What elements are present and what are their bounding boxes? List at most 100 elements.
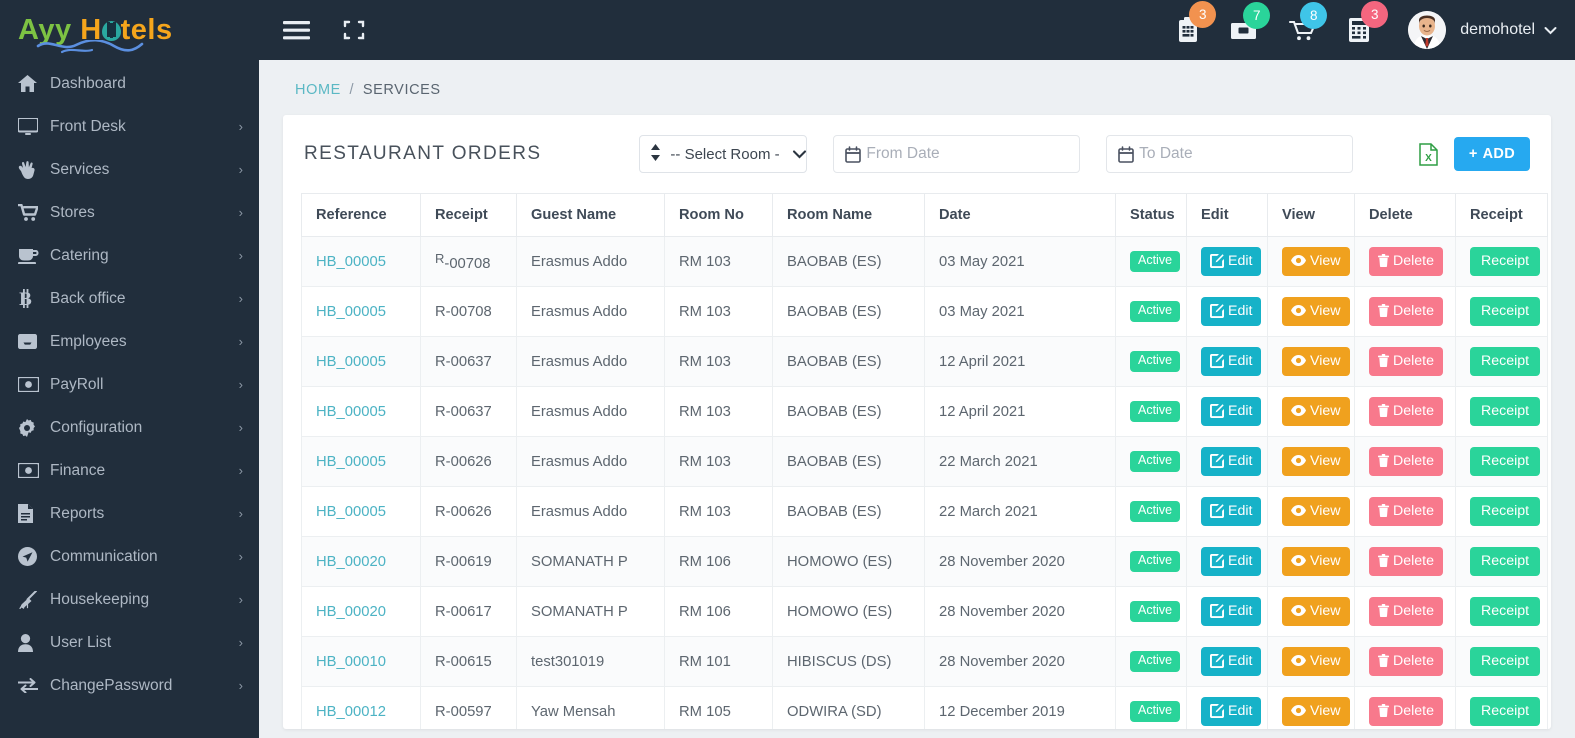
sidebar-item-dashboard[interactable]: Dashboard — [0, 62, 259, 105]
reference-link[interactable]: HB_00005 — [316, 354, 386, 370]
view-button[interactable]: View — [1282, 346, 1350, 377]
orders-table: Reference Receipt Guest Name Room No Room Na… — [301, 193, 1548, 729]
from-date-field[interactable]: From Date — [833, 135, 1081, 173]
pencil-icon — [1210, 403, 1224, 418]
view-button[interactable]: View — [1282, 696, 1350, 727]
sidebar-item-finance[interactable]: Finance › — [0, 449, 259, 492]
cell-view: View — [1267, 686, 1355, 729]
add-button[interactable]: + ADD — [1453, 137, 1530, 171]
delete-button[interactable]: Delete — [1369, 446, 1444, 477]
view-button[interactable]: View — [1282, 446, 1350, 477]
view-button[interactable]: View — [1282, 246, 1350, 277]
receipt-button[interactable]: Receipt — [1470, 646, 1541, 677]
sidebar-item-stores[interactable]: Stores › — [0, 191, 259, 234]
reference-link[interactable]: HB_00020 — [316, 554, 386, 570]
view-button[interactable]: View — [1282, 396, 1350, 427]
notification-cart[interactable]: 8 — [1287, 2, 1328, 42]
edit-button[interactable]: Edit — [1201, 546, 1262, 577]
sidebar-item-communication[interactable]: Communication › — [0, 535, 259, 578]
notification-calculator[interactable]: 3 — [1348, 1, 1389, 43]
edit-label: Edit — [1228, 252, 1253, 269]
edit-button[interactable]: Edit — [1201, 696, 1262, 727]
delete-button[interactable]: Delete — [1369, 396, 1444, 427]
edit-button[interactable]: Edit — [1201, 496, 1262, 527]
delete-button[interactable]: Delete — [1369, 646, 1444, 677]
delete-button[interactable]: Delete — [1369, 696, 1444, 727]
receipt-button[interactable]: Receipt — [1470, 296, 1541, 327]
edit-button[interactable]: Edit — [1201, 596, 1262, 627]
receipt-button[interactable]: Receipt — [1470, 446, 1541, 477]
reference-link[interactable]: HB_00005 — [316, 304, 386, 320]
sidebar-item-catering[interactable]: Catering › — [0, 234, 259, 277]
receipt-button[interactable]: Receipt — [1470, 246, 1541, 277]
cell-reference: HB_00005 — [301, 486, 421, 537]
reference-link[interactable]: HB_00010 — [316, 654, 386, 670]
reference-link[interactable]: HB_00020 — [316, 604, 386, 620]
receipt-button[interactable]: Receipt — [1470, 496, 1541, 527]
receipt-button[interactable]: Receipt — [1470, 546, 1541, 577]
view-button[interactable]: View — [1282, 596, 1350, 627]
delete-button[interactable]: Delete — [1369, 496, 1444, 527]
edit-button[interactable]: Edit — [1201, 346, 1262, 377]
app-logo[interactable]: Ayy Htels — [0, 0, 259, 60]
cell-reference: HB_00005 — [301, 436, 421, 487]
receipt-button[interactable]: Receipt — [1470, 396, 1541, 427]
view-button[interactable]: View — [1282, 546, 1350, 577]
reference-link[interactable]: HB_00005 — [316, 454, 386, 470]
sidebar-item-payroll[interactable]: PayRoll › — [0, 363, 259, 406]
edit-button[interactable]: Edit — [1201, 646, 1262, 677]
edit-button[interactable]: Edit — [1201, 396, 1262, 427]
cell-room-no: RM 103 — [664, 486, 773, 537]
badge-count: 7 — [1243, 2, 1271, 29]
breadcrumb-home[interactable]: HOME — [295, 82, 341, 98]
to-date-field[interactable]: To Date — [1106, 135, 1353, 173]
sidebar-item-housekeeping[interactable]: Housekeeping › — [0, 578, 259, 621]
sidebar-item-changepassword[interactable]: ChangePassword › — [0, 664, 259, 707]
expand-icon[interactable] — [343, 19, 365, 41]
chevron-right-icon: › — [238, 205, 243, 220]
home-icon — [18, 75, 46, 92]
cell-room-name: BAOBAB (ES) — [772, 386, 925, 437]
receipt-button[interactable]: Receipt — [1470, 346, 1541, 377]
reference-link[interactable]: HB_00005 — [316, 254, 386, 270]
cell-receipt: R-00708 — [420, 236, 517, 287]
user-menu[interactable]: demohotel — [1408, 11, 1557, 49]
sidebar-item-label: Finance — [50, 461, 106, 479]
sidebar-item-configuration[interactable]: Configuration › — [0, 406, 259, 449]
delete-button[interactable]: Delete — [1369, 546, 1444, 577]
reference-link[interactable]: HB_00005 — [316, 404, 386, 420]
delete-button[interactable]: Delete — [1369, 246, 1444, 277]
delete-button[interactable]: Delete — [1369, 596, 1444, 627]
cell-room-name: BAOBAB (ES) — [772, 286, 925, 337]
sidebar-item-user-list[interactable]: User List › — [0, 621, 259, 664]
edit-button[interactable]: Edit — [1201, 296, 1262, 327]
sidebar-item-services[interactable]: Services › — [0, 148, 259, 191]
view-button[interactable]: View — [1282, 496, 1350, 527]
reference-link[interactable]: HB_00005 — [316, 504, 386, 520]
view-button[interactable]: View — [1282, 296, 1350, 327]
delete-label: Delete — [1393, 402, 1435, 419]
room-select[interactable]: -- Select Room - — [639, 135, 808, 173]
menu-icon[interactable] — [283, 20, 310, 40]
sidebar-item-front-desk[interactable]: Front Desk › — [0, 105, 259, 148]
delete-button[interactable]: Delete — [1369, 296, 1444, 327]
edit-button[interactable]: Edit — [1201, 246, 1262, 277]
sidebar-item-label: Front Desk — [50, 117, 126, 135]
receipt-button[interactable]: Receipt — [1470, 696, 1541, 727]
column-header-edit: Edit — [1186, 193, 1268, 237]
edit-button[interactable]: Edit — [1201, 446, 1262, 477]
add-button-label: ADD — [1482, 146, 1515, 162]
receipt-button[interactable]: Receipt — [1470, 596, 1541, 627]
sidebar-item-back-office[interactable]: B Back office › — [0, 277, 259, 320]
view-button[interactable]: View — [1282, 646, 1350, 677]
reference-link[interactable]: HB_00012 — [316, 704, 386, 720]
notification-clipboard[interactable]: 3 — [1176, 1, 1217, 43]
excel-export-icon[interactable]: X — [1419, 142, 1438, 166]
sidebar-item-employees[interactable]: Employees › — [0, 320, 259, 363]
notification-archive[interactable]: 7 — [1230, 2, 1271, 42]
sidebar-item-reports[interactable]: Reports › — [0, 492, 259, 535]
pencil-icon — [1210, 353, 1224, 368]
trash-icon — [1378, 504, 1389, 518]
delete-button[interactable]: Delete — [1369, 346, 1444, 377]
cell-date: 03 May 2021 — [924, 286, 1116, 337]
